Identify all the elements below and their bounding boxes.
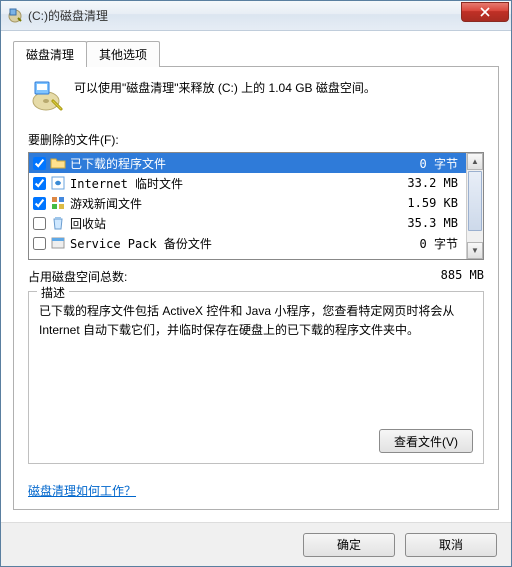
row-size: 1.59 KB [407,196,462,210]
intro-row: 可以使用"磁盘清理"来释放 (C:) 上的 1.04 GB 磁盘空间。 [28,79,484,115]
scroll-thumb[interactable] [468,171,482,231]
ie-icon [50,175,66,191]
service-pack-icon [50,235,66,251]
scroll-down-button[interactable]: ▼ [467,242,483,259]
folder-icon [50,155,66,171]
game-icon [50,195,66,211]
list-item[interactable]: Service Pack 备份文件 0 字节 [29,233,466,253]
row-name: Internet 临时文件 [70,175,403,192]
row-checkbox[interactable] [33,237,46,250]
disk-cleanup-large-icon [28,79,64,115]
tab-disk-cleanup[interactable]: 磁盘清理 [13,41,87,67]
close-icon [480,7,490,17]
row-name: 已下载的程序文件 [70,155,416,172]
row-size: 35.3 MB [407,216,462,230]
row-name: Service Pack 备份文件 [70,235,416,252]
list-item[interactable]: 回收站 35.3 MB [29,213,466,233]
dialog-window: (C:)的磁盘清理 磁盘清理 其他选项 [0,0,512,567]
total-space-row: 占用磁盘空间总数: 885 MB [28,268,484,285]
disk-cleanup-icon [7,8,23,24]
row-checkbox[interactable] [33,217,46,230]
file-list: 已下载的程序文件 0 字节 Internet 临时文件 33.2 MB [28,152,484,260]
description-group: 描述 已下载的程序文件包括 ActiveX 控件和 Java 小程序，您查看特定… [28,291,484,464]
scroll-up-button[interactable]: ▲ [467,153,483,170]
list-item[interactable]: Internet 临时文件 33.2 MB [29,173,466,193]
files-to-delete-label: 要删除的文件(F): [28,131,484,148]
ok-button[interactable]: 确定 [303,533,395,557]
cancel-button[interactable]: 取消 [405,533,497,557]
row-checkbox[interactable] [33,157,46,170]
titlebar: (C:)的磁盘清理 [1,1,511,31]
total-value: 885 MB [441,268,484,285]
scrollbar[interactable]: ▲ ▼ [466,153,483,259]
list-item[interactable]: 游戏新闻文件 1.59 KB [29,193,466,213]
close-button[interactable] [461,2,509,22]
description-text: 已下载的程序文件包括 ActiveX 控件和 Java 小程序，您查看特定网页时… [39,302,473,340]
view-files-button[interactable]: 查看文件(V) [379,429,473,453]
row-size: 33.2 MB [407,176,462,190]
total-label: 占用磁盘空间总数: [28,268,441,285]
recycle-bin-icon [50,215,66,231]
dialog-footer: 确定 取消 [1,522,511,566]
description-legend: 描述 [37,284,69,301]
row-name: 游戏新闻文件 [70,195,403,212]
tab-panel-cleanup: 可以使用"磁盘清理"来释放 (C:) 上的 1.04 GB 磁盘空间。 要删除的… [13,66,499,510]
scroll-track[interactable] [467,232,483,242]
tab-strip: 磁盘清理 其他选项 [13,41,499,67]
intro-text: 可以使用"磁盘清理"来释放 (C:) 上的 1.04 GB 磁盘空间。 [74,79,376,115]
list-item[interactable]: 已下载的程序文件 0 字节 [29,153,466,173]
row-checkbox[interactable] [33,197,46,210]
row-size: 0 字节 [420,155,462,172]
row-checkbox[interactable] [33,177,46,190]
client-area: 磁盘清理 其他选项 可以使用"磁盘清理"来释放 (C:) 上的 1.04 GB … [1,31,511,522]
row-name: 回收站 [70,215,403,232]
file-list-rows: 已下载的程序文件 0 字节 Internet 临时文件 33.2 MB [29,153,466,259]
window-title: (C:)的磁盘清理 [28,7,461,24]
tab-other-options[interactable]: 其他选项 [86,41,160,67]
help-link[interactable]: 磁盘清理如何工作？ [28,482,484,499]
row-size: 0 字节 [420,235,462,252]
